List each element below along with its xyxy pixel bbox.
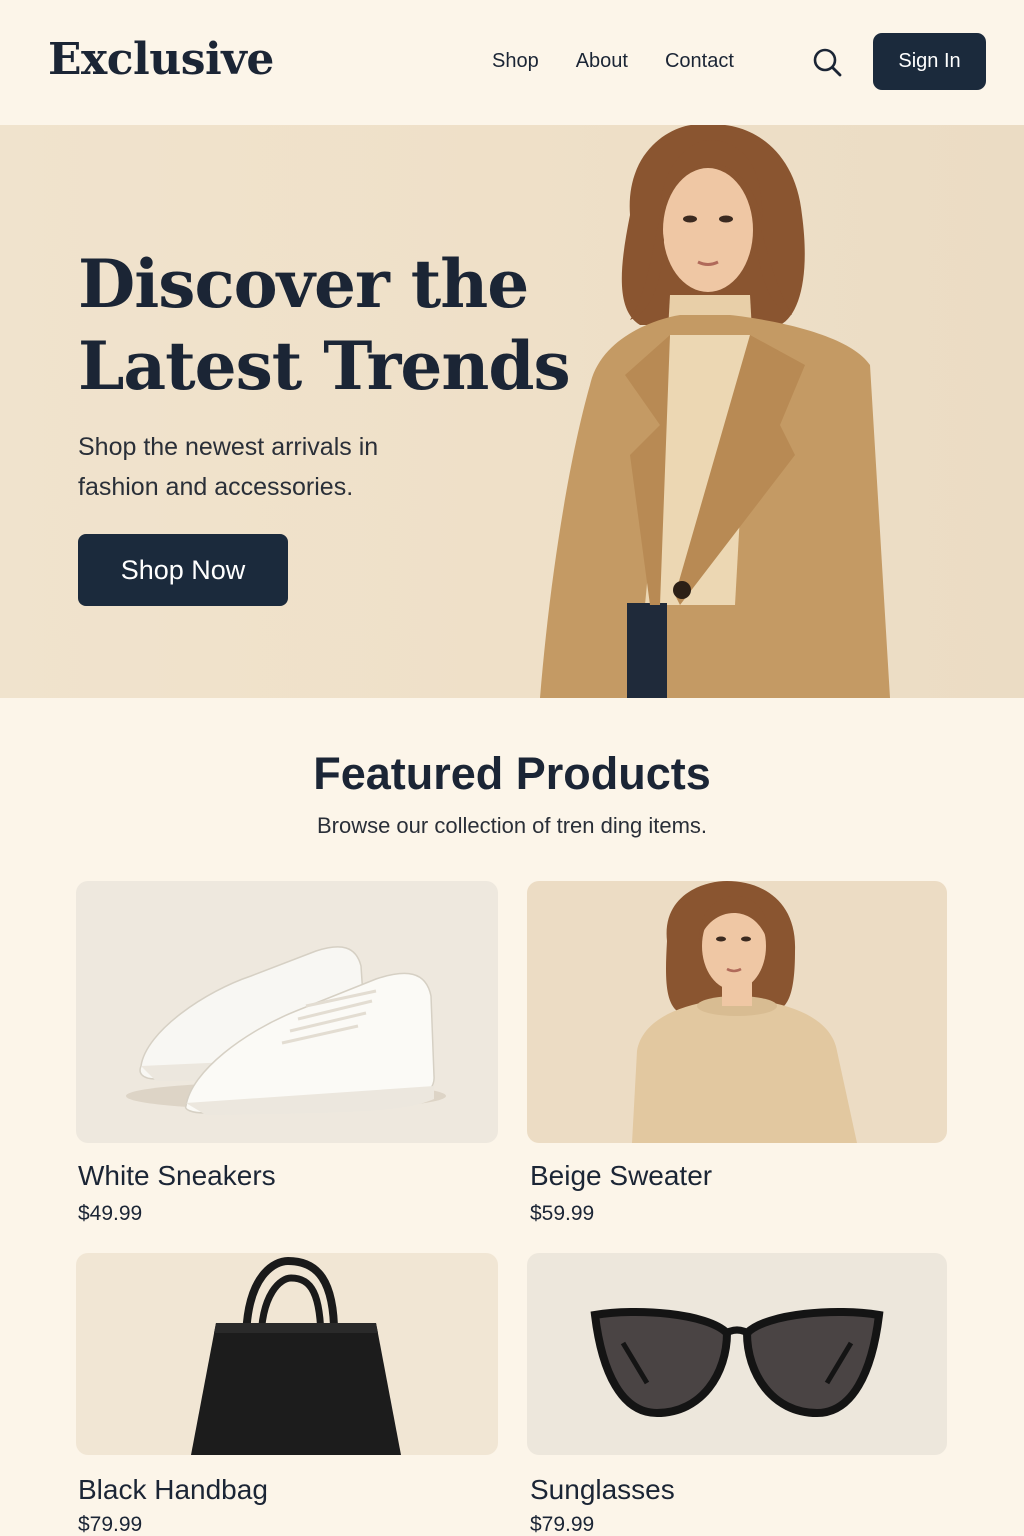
product-name[interactable]: White Sneakers — [78, 1160, 276, 1192]
sunglasses-image — [527, 1253, 947, 1455]
hero-subtitle-line-1: Shop the newest arrivals in — [78, 433, 379, 461]
product-name[interactable]: Sunglasses — [530, 1474, 675, 1506]
product-image-black-handbag[interactable] — [76, 1253, 498, 1455]
search-icon[interactable] — [811, 46, 843, 78]
beige-sweater-image — [527, 881, 947, 1143]
featured-subtitle: Browse our collection of tren ding items… — [316, 813, 708, 838]
featured-title: Featured Products — [313, 748, 711, 799]
brand-logo[interactable]: Exclusive — [48, 34, 274, 85]
product-price: $59.99 — [530, 1202, 595, 1225]
site-header: Exclusive Shop About Contact Sign In — [0, 0, 1024, 125]
black-handbag-image — [76, 1253, 498, 1455]
hero-subtitle-line-2: fashion and accessories. — [78, 473, 354, 501]
white-sneakers-image — [76, 881, 498, 1143]
product-price: $79.99 — [530, 1513, 595, 1536]
hero-title-line-1: Discover the — [78, 245, 529, 323]
nav-link-contact[interactable]: Contact — [665, 50, 734, 73]
product-image-sunglasses[interactable] — [527, 1253, 947, 1455]
product-name[interactable]: Beige Sweater — [530, 1160, 712, 1192]
shop-now-button[interactable]: Shop Now — [78, 534, 288, 606]
hero-title: Discover the Latest Trends — [78, 243, 598, 407]
sign-in-button[interactable]: Sign In — [873, 33, 986, 90]
hero-model-image — [540, 125, 890, 698]
hero-banner: Discover the Latest Trends Shop the newe… — [0, 125, 1024, 698]
product-image-white-sneakers[interactable] — [76, 881, 498, 1143]
hero-subtitle: Shop the newest arrivals in fashion and … — [78, 427, 438, 507]
hero-title-line-2: Latest Trends — [78, 327, 571, 405]
nav-link-about[interactable]: About — [576, 50, 628, 73]
nav-link-shop[interactable]: Shop — [492, 50, 539, 73]
product-price: $79.99 — [78, 1513, 143, 1536]
product-image-beige-sweater[interactable] — [527, 881, 947, 1143]
product-price: $49.99 — [78, 1202, 143, 1225]
product-name[interactable]: Black Handbag — [78, 1474, 268, 1506]
main-nav: Shop About Contact — [492, 50, 771, 73]
